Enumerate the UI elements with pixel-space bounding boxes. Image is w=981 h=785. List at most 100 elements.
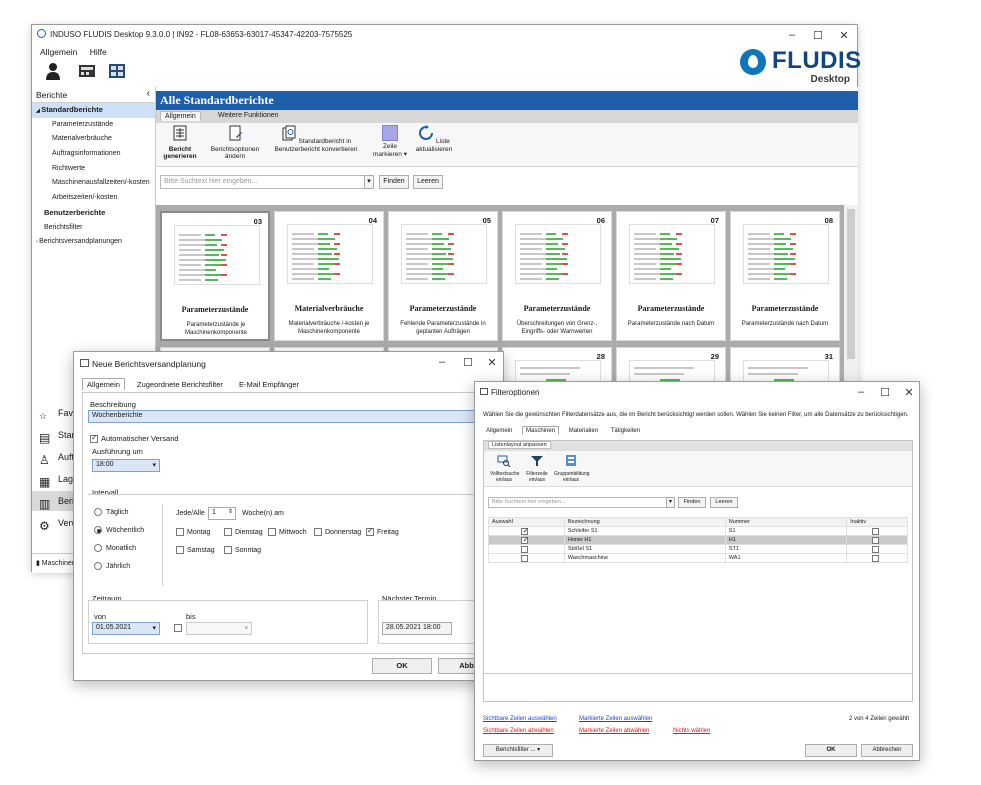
tab-email-empfaenger[interactable]: E-Mail Empfänger [235,379,303,390]
tree-item[interactable]: Maschinenausfallzeiten/-kosten [32,176,155,191]
clear-button[interactable]: Leeren [413,175,443,189]
weekday-checkbox[interactable]: Sonntag [224,546,261,554]
inaktiv-cell[interactable] [846,526,908,536]
inaktiv-cell[interactable] [846,544,908,554]
select-marked-rows-link[interactable]: Markierte Zeilen auswählen [579,716,652,722]
fulltext-search-toggle[interactable]: Volltextsuche ein/aus [490,455,519,483]
grouping-toggle[interactable]: Gruppenbildung ein/aus [554,455,590,483]
user-icon[interactable] [44,62,62,80]
radio-jaehrlich[interactable]: Jährlich [94,562,130,570]
clear-button[interactable]: Leeren [710,497,738,508]
radio-woechentlich[interactable]: Wöchentlich [94,526,144,534]
cancel-button[interactable]: Abbrechen [861,744,913,757]
tab-maschinen[interactable]: Maschinen [522,426,560,435]
maximize-button[interactable]: ☐ [460,356,476,369]
tree-item[interactable]: Arbeitszeiten/-kosten [32,191,155,206]
table-row[interactable]: Honer H1H1 [488,535,908,545]
report-card[interactable]: 06 Parameterzustände Überschreitungen von … [502,211,612,341]
auto-versand-checkbox[interactable]: Automatischer Versand [90,433,179,444]
tree-item[interactable]: Materialverbräuche [32,132,155,147]
auswahl-cell[interactable] [488,535,565,545]
auswahl-cell[interactable] [488,553,565,563]
filter-row-toggle[interactable]: Filterzeile ein/aus [524,455,550,483]
mark-row-button[interactable]: Zeile markieren ▾ [370,125,410,158]
menu-allgemein[interactable]: Allgemein [40,47,77,57]
scrollbar-thumb[interactable] [847,209,855,359]
tree-item[interactable]: Benutzerberichte [32,206,155,221]
find-button[interactable]: Finden [379,175,409,189]
maximize-button[interactable]: ☐ [877,386,893,399]
radio-taeglich[interactable]: Täglich [94,508,129,516]
tab-allgemein[interactable]: Allgemein [483,427,515,435]
tab-taetigkeiten[interactable]: Tätigkeiten [608,427,643,435]
deselect-marked-rows-link[interactable]: Markierte Zeilen abwählen [579,728,649,734]
report-card[interactable]: 07 Parameterzustände Parameterzustände nac… [616,211,726,341]
close-button[interactable]: ✕ [836,29,852,42]
select-visible-rows-link[interactable]: Sichtbare Zeilen auswählen [483,716,557,722]
dashboard-icon[interactable] [108,62,126,80]
menu-hilfe[interactable]: Hilfe [90,47,107,57]
filter-search-input[interactable]: Bitte Suchtext hier eingeben... [488,497,668,508]
generate-report-button[interactable]: Bericht generieren [160,125,200,161]
find-button[interactable]: Finden [678,497,706,508]
bis-date-picker[interactable]: ▾ [186,622,252,635]
tab-allgemein[interactable]: Allgemein [82,378,125,390]
table-row[interactable]: Schleifer S1S1 [488,526,908,536]
ausfuehrung-time-select[interactable]: 18:00 ▾ [92,459,160,472]
tree-item[interactable]: Richtwerte [32,162,155,177]
weeks-stepper[interactable]: 1 ⇕ [208,507,236,520]
tab-materialien[interactable]: Materialien [566,427,601,435]
tree-item[interactable]: Auftragsinformationen [32,147,155,162]
search-dropdown-button[interactable]: ▾ [364,175,374,189]
von-date-picker[interactable]: 01.05.2021 ▾ [92,622,160,635]
report-card[interactable]: 05 Parameterzustände Fehlende Parameterzus… [388,211,498,341]
minimize-button[interactable]: – [784,29,800,41]
terminal-icon[interactable] [78,62,96,80]
weekday-checkbox[interactable]: Mittwoch [268,528,307,536]
radio-monatlich[interactable]: Monatlich [94,544,136,552]
search-input[interactable]: Bitte Suchtext hier eingeben... [160,175,365,189]
table-row[interactable]: Waschmaschine WA1 [488,553,908,563]
maximize-button[interactable]: ☐ [810,29,826,42]
stepper-arrows-icon[interactable]: ⇕ [228,508,233,515]
weekday-checkbox[interactable]: Donnerstag [314,528,361,536]
col-nummer[interactable]: Nummer [724,517,848,527]
auswahl-cell[interactable] [488,544,565,554]
bis-enable-checkbox[interactable] [174,624,182,632]
ok-button[interactable]: OK [372,658,432,674]
col-bezeichnung[interactable]: Bezeichnung [563,517,726,527]
subtab-listenlayout[interactable]: Listenlayout anpassen [488,441,551,449]
deselect-visible-rows-link[interactable]: Sichtbare Zeilen abwählen [483,728,554,734]
collapse-chevron-icon[interactable]: ‹ [147,88,150,99]
search-dropdown-button[interactable]: ▾ [666,497,675,508]
inaktiv-cell[interactable] [846,535,908,545]
report-options-button[interactable]: Berichtsoptionen ändern [208,125,262,161]
report-filter-dropdown-button[interactable]: Berichtsfilter ... ▾ [483,744,553,757]
tree-item[interactable]: ◢ Standardberichte [32,103,155,118]
minimize-button[interactable]: – [853,386,869,398]
table-row[interactable]: Stößel S1 ST1 [488,544,908,554]
close-button[interactable]: ✕ [484,356,500,369]
report-card[interactable]: 03 Parameterzustände Parameterzustände je … [160,211,270,341]
convert-report-button[interactable]: Standardbericht in Benutzerbericht konve… [268,125,364,153]
tree-item[interactable]: › Berichtsversandplanungen [32,235,155,250]
ok-button[interactable]: OK [805,744,857,757]
weekday-checkbox[interactable]: Montag [176,528,210,536]
close-button[interactable]: ✕ [901,386,917,399]
tab-allgemein[interactable]: Allgemein [160,111,201,121]
tree-item[interactable]: Berichtsfilter [32,221,155,236]
report-card[interactable]: 08 Parameterzustände Parameterzustände nac… [730,211,840,341]
select-none-link[interactable]: Nichts wählen [673,728,710,734]
report-card[interactable]: 04 Materialverbräuche Materialverbräuche /… [274,211,384,341]
weekday-checkbox[interactable]: Samstag [176,546,215,554]
minimize-button[interactable]: – [434,356,450,368]
tab-weitere-funktionen[interactable]: Weitere Funktionen [214,111,283,120]
refresh-list-button[interactable]: Liste aktualisieren [414,125,454,153]
beschreibung-input[interactable]: Wochenberichte [88,410,492,423]
col-inaktiv[interactable]: Inaktiv [846,517,908,527]
weekday-checkbox[interactable]: Dienstag [224,528,263,536]
tree-item[interactable]: Parameterzustände [32,118,155,133]
inaktiv-cell[interactable] [846,553,908,563]
weekday-checkbox[interactable]: Freitag [366,526,399,536]
tab-berichtsfilter[interactable]: Zugeordnete Berichtsfilter [133,379,227,390]
